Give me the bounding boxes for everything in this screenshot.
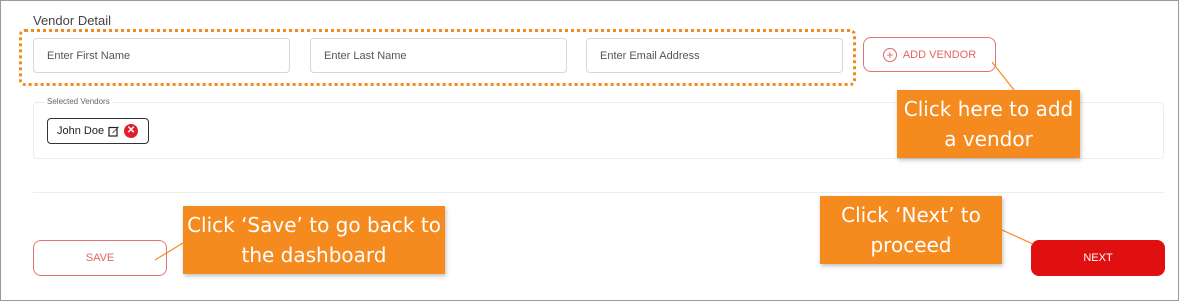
first-name-input[interactable] [33, 38, 290, 73]
vendor-chip: John Doe ✕ [47, 118, 149, 144]
callout-save: Click ‘Save’ to go back to the dashboard [183, 206, 445, 274]
save-button[interactable]: SAVE [33, 240, 167, 276]
callout-add-vendor: Click here to add a vendor [897, 90, 1080, 158]
edit-icon[interactable] [108, 125, 120, 137]
vendor-name: John Doe [57, 125, 105, 137]
email-input[interactable] [586, 38, 843, 73]
callout-next: Click ‘Next’ to proceed [820, 196, 1002, 264]
divider [33, 192, 1164, 193]
selected-vendors-legend: Selected Vendors [45, 97, 112, 106]
remove-icon[interactable]: ✕ [124, 124, 139, 138]
last-name-input[interactable] [310, 38, 567, 73]
add-vendor-button[interactable]: + ADD VENDOR [863, 37, 996, 72]
add-vendor-label: ADD VENDOR [902, 48, 977, 61]
section-title: Vendor Detail [33, 13, 112, 28]
next-button[interactable]: NEXT [1031, 240, 1165, 276]
plus-circle-icon: + [882, 47, 897, 62]
